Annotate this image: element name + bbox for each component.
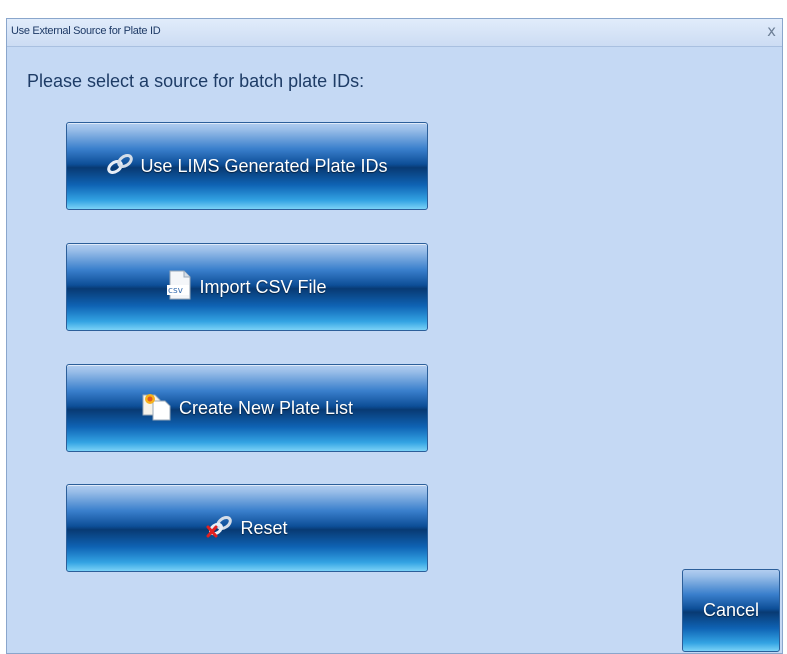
button-label: Use LIMS Generated Plate IDs	[140, 155, 388, 176]
import-csv-file-button[interactable]: csv Import CSV File	[66, 243, 428, 331]
csv-file-icon: csv	[167, 270, 193, 305]
button-label: Reset	[240, 517, 288, 538]
button-label: Import CSV File	[199, 276, 327, 297]
new-document-icon	[141, 391, 173, 426]
cancel-button[interactable]: Cancel	[682, 569, 780, 652]
button-label: Create New Plate List	[178, 397, 354, 418]
use-lims-generated-ids-button[interactable]: Use LIMS Generated Plate IDs	[66, 122, 428, 210]
chain-link-icon	[106, 153, 134, 180]
broken-link-icon	[206, 514, 234, 543]
title-bar[interactable]: Use External Source for Plate ID x	[7, 19, 782, 47]
external-source-dialog: Use External Source for Plate ID x Pleas…	[6, 18, 783, 654]
reset-button[interactable]: Reset	[66, 484, 428, 572]
window-title: Use External Source for Plate ID	[11, 25, 161, 37]
close-icon[interactable]: x	[767, 22, 776, 40]
csv-icon-text: csv	[168, 286, 184, 296]
create-new-plate-list-button[interactable]: Create New Plate List	[66, 364, 428, 452]
prompt-text: Please select a source for batch plate I…	[27, 71, 365, 91]
